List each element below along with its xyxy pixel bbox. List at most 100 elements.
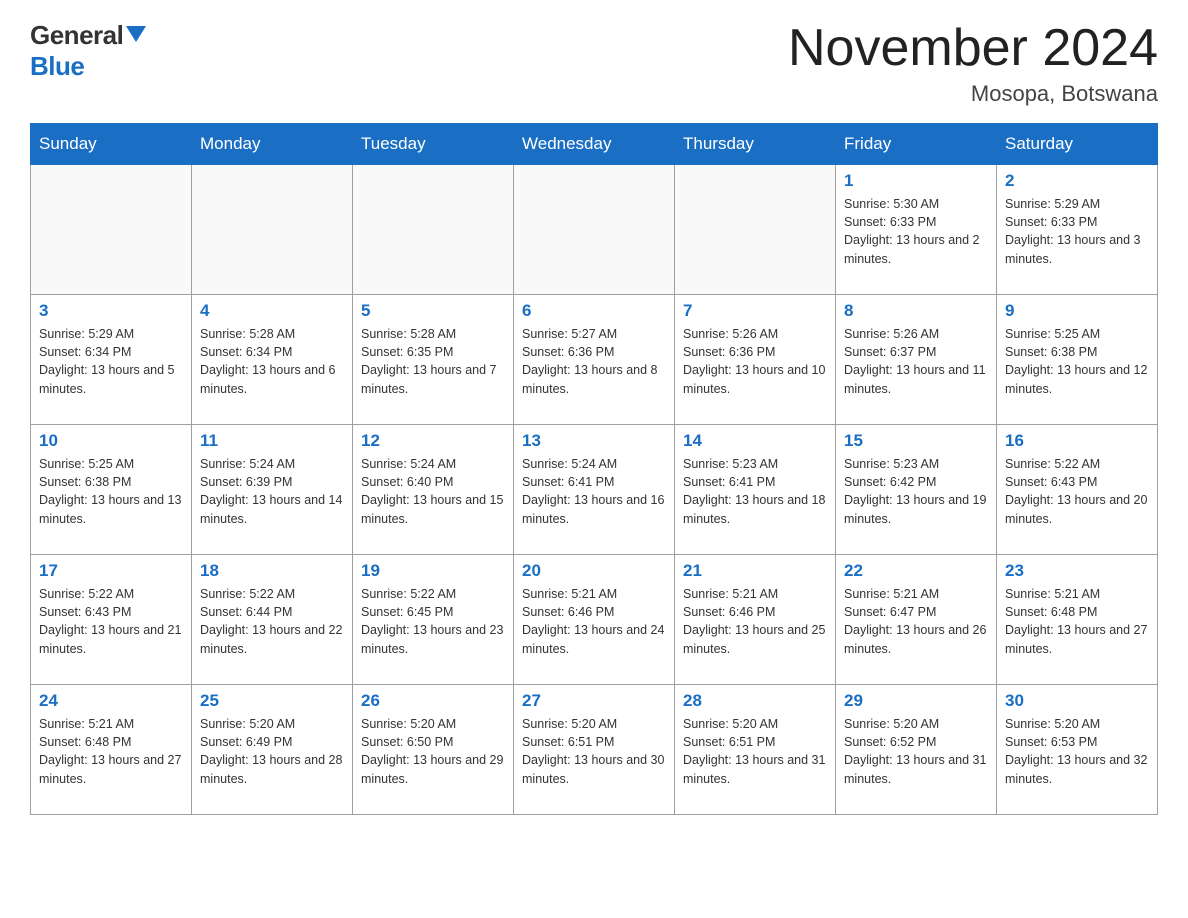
weekday-header-wednesday: Wednesday [514, 124, 675, 165]
day-info: Sunrise: 5:23 AMSunset: 6:42 PMDaylight:… [844, 455, 988, 528]
weekday-header-friday: Friday [836, 124, 997, 165]
day-info: Sunrise: 5:30 AMSunset: 6:33 PMDaylight:… [844, 195, 988, 268]
day-number: 17 [39, 561, 183, 581]
calendar-cell [353, 165, 514, 295]
day-number: 22 [844, 561, 988, 581]
weekday-header-row: SundayMondayTuesdayWednesdayThursdayFrid… [31, 124, 1158, 165]
week-row-3: 10 Sunrise: 5:25 AMSunset: 6:38 PMDayligh… [31, 425, 1158, 555]
calendar-cell: 24 Sunrise: 5:21 AMSunset: 6:48 PMDayligh… [31, 685, 192, 815]
calendar-cell: 5Sunrise: 5:28 AMSunset: 6:35 PMDaylight… [353, 295, 514, 425]
calendar-cell: 14 Sunrise: 5:23 AMSunset: 6:41 PMDayligh… [675, 425, 836, 555]
day-number: 12 [361, 431, 505, 451]
day-info: Sunrise: 5:21 AMSunset: 6:46 PMDaylight:… [522, 585, 666, 658]
calendar-cell: 6 Sunrise: 5:27 AMSunset: 6:36 PMDaylight… [514, 295, 675, 425]
week-row-4: 17 Sunrise: 5:22 AMSunset: 6:43 PMDayligh… [31, 555, 1158, 685]
day-info: Sunrise: 5:20 AMSunset: 6:51 PMDaylight:… [683, 715, 827, 788]
day-info: Sunrise: 5:22 AMSunset: 6:45 PMDaylight:… [361, 585, 505, 658]
day-info: Sunrise: 5:21 AMSunset: 6:47 PMDaylight:… [844, 585, 988, 658]
calendar-cell: 29 Sunrise: 5:20 AMSunset: 6:52 PMDayligh… [836, 685, 997, 815]
calendar-cell: 23 Sunrise: 5:21 AMSunset: 6:48 PMDayligh… [997, 555, 1158, 685]
day-number: 19 [361, 561, 505, 581]
day-number: 27 [522, 691, 666, 711]
calendar-cell: 15 Sunrise: 5:23 AMSunset: 6:42 PMDayligh… [836, 425, 997, 555]
day-info: Sunrise: 5:23 AMSunset: 6:41 PMDaylight:… [683, 455, 827, 528]
day-number: 4 [200, 301, 344, 321]
day-info: Sunrise: 5:27 AMSunset: 6:36 PMDaylight:… [522, 325, 666, 398]
weekday-header-monday: Monday [192, 124, 353, 165]
weekday-header-sunday: Sunday [31, 124, 192, 165]
day-number: 29 [844, 691, 988, 711]
calendar-cell: 13 Sunrise: 5:24 AMSunset: 6:41 PMDayligh… [514, 425, 675, 555]
day-number: 14 [683, 431, 827, 451]
calendar-cell: 26 Sunrise: 5:20 AMSunset: 6:50 PMDayligh… [353, 685, 514, 815]
calendar-cell [514, 165, 675, 295]
day-info: Sunrise: 5:22 AMSunset: 6:43 PMDaylight:… [39, 585, 183, 658]
weekday-header-tuesday: Tuesday [353, 124, 514, 165]
day-number: 18 [200, 561, 344, 581]
day-number: 23 [1005, 561, 1149, 581]
day-number: 25 [200, 691, 344, 711]
calendar-cell: 16 Sunrise: 5:22 AMSunset: 6:43 PMDayligh… [997, 425, 1158, 555]
day-number: 16 [1005, 431, 1149, 451]
header: General Blue November 2024 Mosopa, Botsw… [30, 20, 1158, 107]
calendar-cell [675, 165, 836, 295]
day-info: Sunrise: 5:20 AMSunset: 6:50 PMDaylight:… [361, 715, 505, 788]
day-number: 3 [39, 301, 183, 321]
week-row-5: 24 Sunrise: 5:21 AMSunset: 6:48 PMDayligh… [31, 685, 1158, 815]
location-title: Mosopa, Botswana [788, 81, 1158, 107]
day-info: Sunrise: 5:29 AMSunset: 6:34 PMDaylight:… [39, 325, 183, 398]
day-info: Sunrise: 5:25 AMSunset: 6:38 PMDaylight:… [1005, 325, 1149, 398]
day-info: Sunrise: 5:26 AMSunset: 6:37 PMDaylight:… [844, 325, 988, 398]
calendar-cell: 8 Sunrise: 5:26 AMSunset: 6:37 PMDaylight… [836, 295, 997, 425]
calendar-cell: 12 Sunrise: 5:24 AMSunset: 6:40 PMDayligh… [353, 425, 514, 555]
logo-blue-text: Blue [30, 51, 84, 82]
day-number: 1 [844, 171, 988, 191]
day-number: 11 [200, 431, 344, 451]
calendar-cell: 22 Sunrise: 5:21 AMSunset: 6:47 PMDayligh… [836, 555, 997, 685]
calendar-cell: 27Sunrise: 5:20 AMSunset: 6:51 PMDayligh… [514, 685, 675, 815]
day-number: 9 [1005, 301, 1149, 321]
day-info: Sunrise: 5:20 AMSunset: 6:49 PMDaylight:… [200, 715, 344, 788]
day-info: Sunrise: 5:22 AMSunset: 6:43 PMDaylight:… [1005, 455, 1149, 528]
day-number: 24 [39, 691, 183, 711]
calendar-cell: 18 Sunrise: 5:22 AMSunset: 6:44 PMDayligh… [192, 555, 353, 685]
day-info: Sunrise: 5:21 AMSunset: 6:48 PMDaylight:… [39, 715, 183, 788]
day-number: 8 [844, 301, 988, 321]
day-number: 26 [361, 691, 505, 711]
day-number: 13 [522, 431, 666, 451]
title-area: November 2024 Mosopa, Botswana [788, 20, 1158, 107]
day-info: Sunrise: 5:24 AMSunset: 6:41 PMDaylight:… [522, 455, 666, 528]
calendar-cell: 17 Sunrise: 5:22 AMSunset: 6:43 PMDayligh… [31, 555, 192, 685]
day-number: 7 [683, 301, 827, 321]
day-number: 20 [522, 561, 666, 581]
day-info: Sunrise: 5:25 AMSunset: 6:38 PMDaylight:… [39, 455, 183, 528]
calendar-cell: 21 Sunrise: 5:21 AMSunset: 6:46 PMDayligh… [675, 555, 836, 685]
week-row-1: 1 Sunrise: 5:30 AMSunset: 6:33 PMDaylight… [31, 165, 1158, 295]
calendar-cell: 9 Sunrise: 5:25 AMSunset: 6:38 PMDaylight… [997, 295, 1158, 425]
day-info: Sunrise: 5:20 AMSunset: 6:52 PMDaylight:… [844, 715, 988, 788]
logo: General Blue [30, 20, 146, 82]
calendar-cell: 30Sunrise: 5:20 AMSunset: 6:53 PMDayligh… [997, 685, 1158, 815]
day-info: Sunrise: 5:20 AMSunset: 6:53 PMDaylight:… [1005, 715, 1149, 788]
calendar-cell [31, 165, 192, 295]
day-number: 21 [683, 561, 827, 581]
day-info: Sunrise: 5:22 AMSunset: 6:44 PMDaylight:… [200, 585, 344, 658]
day-info: Sunrise: 5:24 AMSunset: 6:40 PMDaylight:… [361, 455, 505, 528]
day-number: 15 [844, 431, 988, 451]
calendar-cell: 20 Sunrise: 5:21 AMSunset: 6:46 PMDayligh… [514, 555, 675, 685]
day-number: 28 [683, 691, 827, 711]
calendar-cell: 25 Sunrise: 5:20 AMSunset: 6:49 PMDayligh… [192, 685, 353, 815]
month-title: November 2024 [788, 20, 1158, 77]
weekday-header-thursday: Thursday [675, 124, 836, 165]
day-info: Sunrise: 5:26 AMSunset: 6:36 PMDaylight:… [683, 325, 827, 398]
day-info: Sunrise: 5:21 AMSunset: 6:48 PMDaylight:… [1005, 585, 1149, 658]
day-number: 10 [39, 431, 183, 451]
day-number: 6 [522, 301, 666, 321]
calendar-cell: 1 Sunrise: 5:30 AMSunset: 6:33 PMDaylight… [836, 165, 997, 295]
day-number: 2 [1005, 171, 1149, 191]
logo-triangle-icon [126, 26, 146, 42]
day-info: Sunrise: 5:21 AMSunset: 6:46 PMDaylight:… [683, 585, 827, 658]
calendar-cell: 2 Sunrise: 5:29 AMSunset: 6:33 PMDaylight… [997, 165, 1158, 295]
calendar-cell [192, 165, 353, 295]
day-info: Sunrise: 5:29 AMSunset: 6:33 PMDaylight:… [1005, 195, 1149, 268]
